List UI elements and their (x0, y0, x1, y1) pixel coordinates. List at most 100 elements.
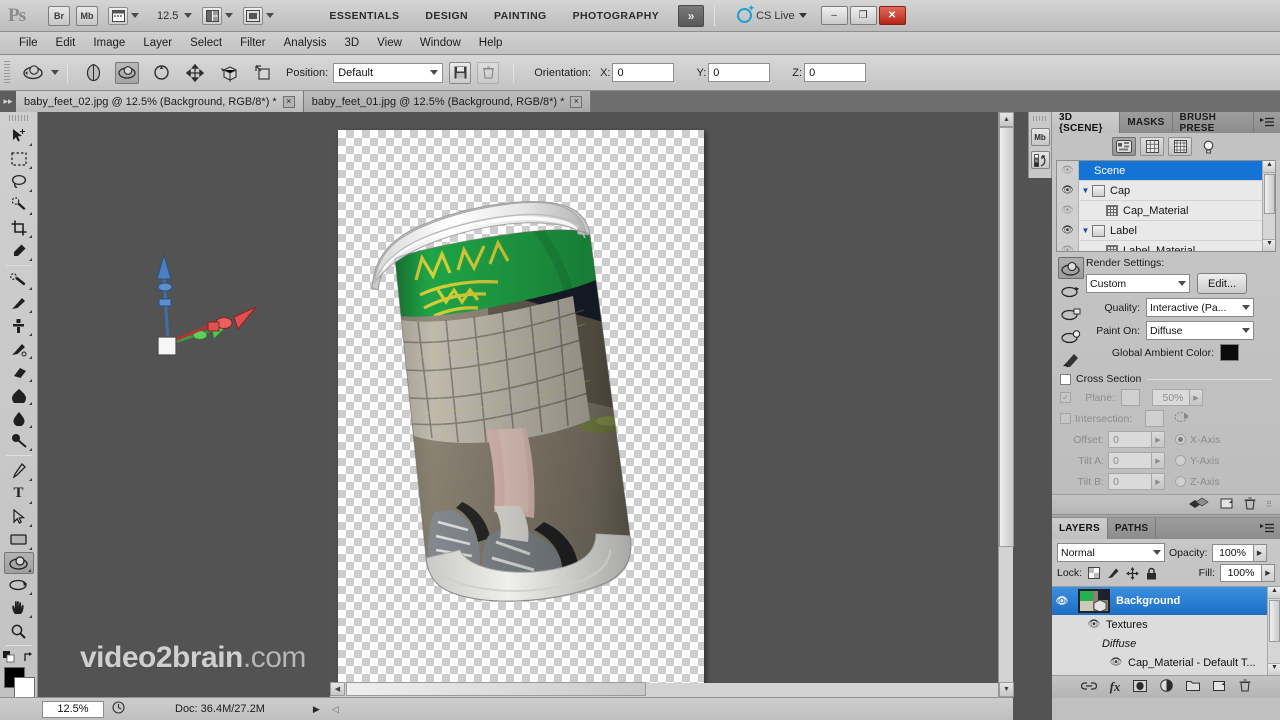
launch-mini-bridge-button[interactable]: Mb (76, 5, 98, 26)
dodge-tool[interactable] (4, 430, 34, 452)
timing-icon[interactable] (112, 701, 125, 717)
scroll-down-arrow[interactable]: ▼ (1263, 239, 1275, 251)
layers-list[interactable]: 👁 Background ▲ (1052, 586, 1280, 676)
edit-render-settings-button[interactable]: Edit... (1197, 273, 1248, 294)
new-group-icon[interactable] (1186, 680, 1201, 694)
workspace-design[interactable]: DESIGN (412, 6, 481, 26)
status-menu-arrow-icon[interactable]: ▶ (313, 704, 320, 715)
toggle-ground-plane-icon[interactable] (1188, 496, 1210, 513)
spot-healing-brush-tool[interactable] (4, 270, 34, 292)
opacity-stepper[interactable]: 100% ▶ (1211, 543, 1267, 562)
lock-transparent-pixels-icon[interactable] (1087, 566, 1101, 580)
document-tab-baby-feet-01[interactable]: baby_feet_01.jpg @ 12.5% (Background, RG… (303, 91, 592, 112)
link-layers-icon[interactable] (1080, 681, 1097, 694)
tab-paths[interactable]: PATHS (1107, 518, 1157, 539)
3d-tree-item-cap-material[interactable]: 👁 Cap_Material (1057, 201, 1275, 221)
menu-layer[interactable]: Layer (134, 34, 181, 52)
menu-edit[interactable]: Edit (47, 34, 85, 52)
lock-position-icon[interactable] (1125, 566, 1139, 580)
scroll-up-arrow[interactable]: ▲ (1263, 161, 1275, 173)
chevron-down-icon[interactable]: ▼ (1079, 186, 1092, 195)
screen-mode-dropdown[interactable] (243, 6, 275, 25)
current-tool-preset[interactable] (18, 60, 48, 86)
menu-file[interactable]: File (10, 34, 47, 52)
vertical-scroll-thumb[interactable] (999, 127, 1014, 547)
workspace-photography[interactable]: PHOTOGRAPHY (560, 6, 672, 26)
history-panel-button[interactable] (1030, 151, 1050, 169)
menu-select[interactable]: Select (181, 34, 231, 52)
3d-object-rotate-tool[interactable] (3, 551, 34, 574)
menu-3d[interactable]: 3D (335, 34, 368, 52)
document-window[interactable] (338, 130, 704, 687)
visibility-toggle[interactable]: 👁 (1057, 161, 1079, 180)
3d-tree-item-label[interactable]: 👁 ▼ Label (1057, 221, 1275, 241)
new-adjustment-layer-icon[interactable] (1160, 679, 1174, 695)
more-workspaces-button[interactable]: » (678, 4, 705, 27)
3d-scale-mode-button[interactable] (248, 60, 278, 86)
tab-3d-scene[interactable]: 3D {SCENE} (1052, 112, 1121, 134)
path-selection-tool[interactable] (4, 506, 34, 528)
visibility-toggle[interactable]: 👁 (1057, 241, 1079, 251)
tab-brush-presets[interactable]: BRUSH PRESE (1172, 112, 1254, 134)
lasso-tool[interactable] (4, 171, 34, 193)
intersection-checkbox[interactable] (1060, 413, 1071, 424)
launch-bridge-button[interactable]: Br (48, 5, 70, 26)
tilt-b-stepper[interactable]: 0 ▶ (1108, 473, 1165, 490)
minimize-button[interactable]: – (820, 6, 848, 25)
plane-checkbox[interactable]: ✓ (1060, 392, 1071, 403)
menu-window[interactable]: Window (411, 34, 470, 52)
3d-rotate-mode-button[interactable] (78, 60, 108, 86)
layer-style-icon[interactable]: fx (1110, 679, 1121, 695)
visibility-toggle[interactable]: 👁 (1057, 201, 1079, 220)
cs-live-menu[interactable]: CS Live (737, 3, 807, 23)
orientation-y-input[interactable]: 0 (708, 63, 771, 82)
tab-masks[interactable]: MASKS (1120, 112, 1173, 133)
hand-tool[interactable] (4, 597, 34, 619)
scroll-up-arrow[interactable]: ▲ (1268, 587, 1280, 599)
menu-view[interactable]: View (368, 34, 411, 52)
scroll-left-arrow[interactable]: ◀ (330, 682, 345, 696)
menu-analysis[interactable]: Analysis (275, 34, 336, 52)
dock-grip[interactable] (1033, 116, 1047, 121)
document-tab-baby-feet-02[interactable]: baby_feet_02.jpg @ 12.5% (Background, RG… (16, 91, 304, 112)
tools-panel-grip[interactable] (8, 115, 29, 121)
zoom-percentage-field[interactable]: 12.5% (42, 700, 104, 718)
3d-slide-mode-button[interactable] (180, 60, 210, 86)
new-3d-layer-icon[interactable] (1220, 497, 1234, 513)
zoom-level-label[interactable]: 12.5 (157, 10, 178, 22)
lights-filter-icon[interactable] (1196, 137, 1220, 156)
tool-preset-chevron-down-icon[interactable] (51, 70, 59, 75)
clone-stamp-tool[interactable] (4, 315, 34, 337)
mesh-settings-icon[interactable] (1058, 280, 1084, 302)
chevron-down-icon[interactable]: ▼ (1079, 226, 1092, 235)
x-axis-radio[interactable] (1175, 434, 1186, 445)
canvas-horizontal-scrollbar[interactable]: ◀ (330, 682, 998, 697)
zoom-chevron-down-icon[interactable] (184, 13, 193, 18)
3d-panel-menu-icon[interactable] (1254, 112, 1280, 133)
scroll-down-arrow[interactable]: ▼ (1268, 663, 1280, 675)
canvas-vertical-scrollbar[interactable]: ▲ ▼ (998, 112, 1014, 697)
materials-settings-icon[interactable] (1058, 303, 1084, 325)
workspace-painting[interactable]: PAINTING (481, 6, 560, 26)
options-bar-grip[interactable] (4, 60, 10, 85)
scroll-up-arrow[interactable]: ▲ (999, 112, 1014, 127)
layer-visibility-toggle[interactable]: 👁 (1052, 596, 1072, 607)
horizontal-scroll-thumb[interactable] (346, 682, 646, 696)
history-brush-tool[interactable] (4, 338, 34, 360)
lights-settings-icon[interactable] (1058, 326, 1084, 348)
materials-filter-icon[interactable] (1168, 137, 1192, 156)
panel-resize-grip[interactable]: ⠿ (1266, 500, 1272, 509)
3d-axis-widget[interactable] (138, 247, 268, 357)
layer-row-cap-material[interactable]: 👁 Cap_Material - Default T... (1052, 653, 1280, 672)
visibility-toggle[interactable]: 👁 (1057, 221, 1079, 240)
offset-stepper[interactable]: 0 ▶ (1108, 431, 1165, 448)
z-axis-radio[interactable] (1175, 476, 1186, 487)
scroll-down-arrow[interactable]: ▼ (999, 682, 1014, 697)
canvas-area[interactable]: video2brain.com ◀ (38, 112, 1013, 697)
menu-filter[interactable]: Filter (231, 34, 275, 52)
crop-tool[interactable] (4, 217, 34, 239)
lock-image-pixels-icon[interactable] (1106, 566, 1120, 580)
paint-on-select[interactable]: Diffuse (1146, 321, 1254, 340)
workspace-essentials[interactable]: ESSENTIALS (316, 6, 412, 26)
default-colors-icon[interactable] (2, 651, 15, 663)
